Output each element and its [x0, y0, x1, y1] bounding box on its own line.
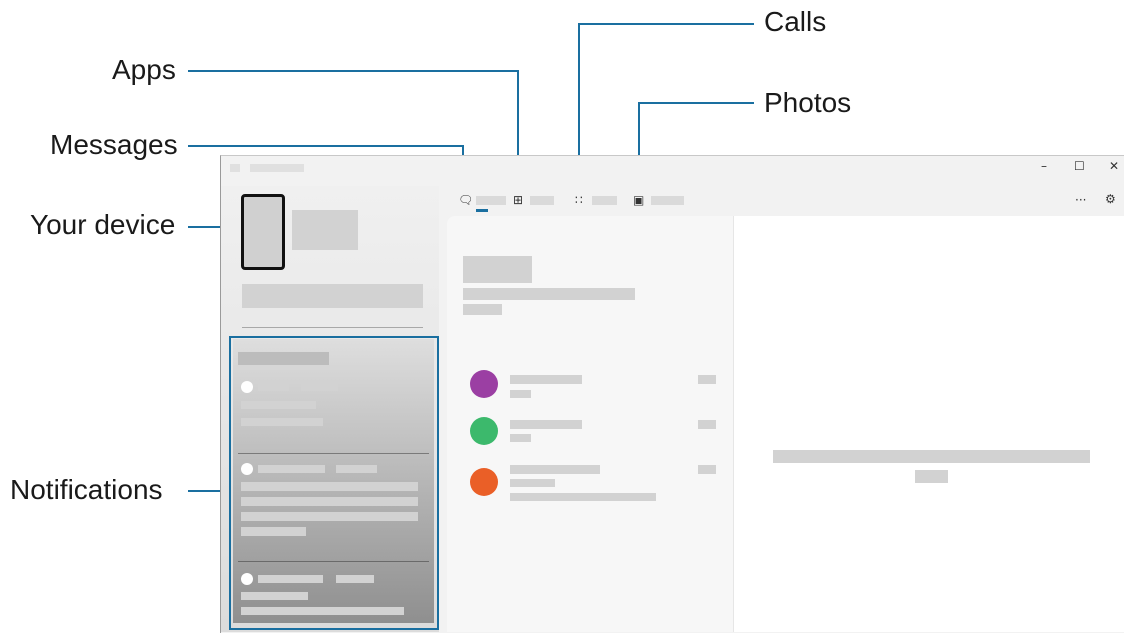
conversation-placeholder [510, 479, 555, 487]
conversation-placeholder [510, 420, 582, 429]
photos-icon: ▣ [633, 193, 645, 207]
conversation-time-placeholder [698, 375, 716, 384]
notification-placeholder [336, 575, 374, 583]
tab-active-indicator [476, 209, 488, 212]
list-header-placeholder [463, 256, 532, 283]
notification-app-icon [241, 381, 253, 393]
close-button[interactable]: ✕ [1109, 160, 1119, 172]
list-subheader-placeholder [463, 304, 502, 315]
contact-avatar[interactable] [470, 468, 498, 496]
tab-label-placeholder [592, 196, 617, 205]
notification-placeholder [258, 575, 323, 583]
callout-your-device: Your device [30, 209, 176, 240]
notification-placeholder [258, 383, 289, 391]
notification-divider [238, 453, 429, 454]
notification-placeholder [241, 512, 418, 521]
contact-avatar[interactable] [470, 370, 498, 398]
notification-placeholder [336, 465, 377, 473]
maximize-button[interactable]: ☐ [1074, 160, 1085, 172]
callout-calls: Calls [764, 6, 827, 37]
empty-state-placeholder [773, 450, 1090, 463]
calls-icon: ∷ [575, 193, 583, 207]
notification-placeholder [241, 401, 316, 409]
tab-label-placeholder [476, 196, 506, 205]
notification-divider [238, 561, 429, 562]
callout-notifications: Notifications [10, 474, 163, 505]
notification-app-icon [241, 573, 253, 585]
notification-placeholder [241, 497, 418, 506]
phone-icon[interactable] [241, 194, 285, 270]
notification-placeholder [241, 607, 404, 615]
conversation-detail-pane [734, 216, 1124, 632]
tab-label-placeholder [651, 196, 684, 205]
app-logo-placeholder [230, 164, 240, 172]
conversation-placeholder [510, 434, 531, 442]
notification-placeholder [241, 592, 308, 600]
sidebar-divider [242, 327, 423, 328]
notification-placeholder [258, 465, 325, 473]
notification-placeholder [301, 383, 338, 391]
empty-state-placeholder [915, 470, 948, 483]
conversation-placeholder [510, 390, 531, 398]
conversation-placeholder [510, 375, 582, 384]
minimize-button[interactable]: – [1041, 160, 1047, 172]
notification-placeholder [241, 527, 306, 536]
callout-apps: Apps [112, 54, 176, 85]
notification-placeholder [241, 418, 323, 426]
callout-photos: Photos [764, 87, 852, 118]
leader-calls-h [578, 23, 754, 25]
notifications-title-placeholder [238, 352, 329, 365]
more-options-icon[interactable]: ··· [1075, 194, 1086, 206]
app-title-placeholder [250, 164, 304, 172]
messages-icon: 🗨 [458, 193, 474, 207]
tab-label-placeholder [530, 196, 554, 205]
list-subheader-placeholder [463, 288, 635, 300]
leader-photos-h [638, 102, 754, 104]
apps-icon: ⊞ [513, 193, 524, 207]
conversation-placeholder [510, 465, 600, 474]
conversation-time-placeholder [698, 420, 716, 429]
contact-avatar[interactable] [470, 417, 498, 445]
leader-apps-h [188, 70, 518, 72]
device-name-placeholder [292, 210, 358, 250]
conversation-time-placeholder [698, 465, 716, 474]
callout-messages: Messages [50, 129, 178, 160]
leader-messages-h [188, 145, 463, 147]
device-status-placeholder [242, 284, 423, 308]
notification-placeholder [241, 482, 418, 491]
notification-app-icon [241, 463, 253, 475]
settings-icon[interactable]: ⚙ [1105, 193, 1116, 205]
conversation-placeholder [510, 493, 656, 501]
